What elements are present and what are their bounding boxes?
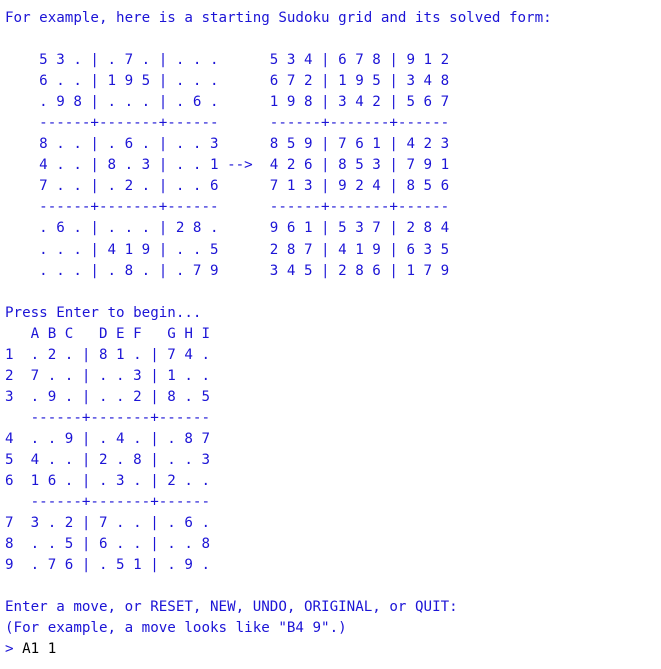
board-row: 9 . 7 6 | . 5 1 | . 9 .: [5, 557, 210, 574]
intro-text: For example, here is a starting Sudoku g…: [5, 10, 552, 26]
example-grid-row: . 6 . | . . . | 2 8 . 9 6 1 | 5 3 7 | 2 …: [5, 220, 450, 237]
prompt-symbol: >: [5, 641, 23, 658]
board-row: 2 7 . . | . . 3 | 1 . .: [5, 367, 210, 384]
example-grid-divider: ------+-------+------ ------+-------+---…: [5, 115, 450, 132]
example-grid-row: 4 . . | 8 . 3 | . . 1 --> 4 2 6 | 8 5 3 …: [5, 157, 450, 174]
board-row: 8 . . 5 | 6 . . | . . 8: [5, 536, 210, 553]
example-grid-row: 8 . . | . 6 . | . . 3 8 5 9 | 7 6 1 | 4 …: [5, 136, 450, 153]
example-grid-row: 7 . . | . 2 . | . . 6 7 1 3 | 9 2 4 | 8 …: [5, 178, 450, 195]
example-grid-row: 5 3 . | . 7 . | . . . 5 3 4 | 6 7 8 | 9 …: [5, 52, 450, 69]
board-row: 7 3 . 2 | 7 . . | . 6 .: [5, 515, 210, 532]
command-input-line[interactable]: > A1 1: [5, 639, 659, 660]
board-row: 1 . 2 . | 8 1 . | 7 4 .: [5, 346, 210, 363]
board-divider: ------+-------+------: [5, 494, 210, 511]
example-grid-row: 6 . . | 1 9 5 | . . . 6 7 2 | 1 9 5 | 3 …: [5, 73, 450, 90]
example-grid-row: . . . | . 8 . | . 7 9 3 4 5 | 2 8 6 | 1 …: [5, 262, 450, 279]
example-grid-row: . . . | 4 1 9 | . . 5 2 8 7 | 4 1 9 | 6 …: [5, 241, 450, 258]
move-example: (For example, a move looks like "B4 9".): [5, 620, 347, 637]
board-column-header: A B C D E F G H I: [5, 325, 210, 342]
board-row: 4 . . 9 | . 4 . | . 8 7: [5, 430, 210, 447]
board-row: 3 . 9 . | . . 2 | 8 . 5: [5, 388, 210, 405]
board-row: 5 4 . . | 2 . 8 | . . 3: [5, 451, 210, 468]
board-row: 6 1 6 . | . 3 . | 2 . .: [5, 473, 210, 490]
command-input[interactable]: A1 1: [22, 641, 56, 657]
example-grid-row: . 9 8 | . . . | . 6 . 1 9 8 | 3 4 2 | 5 …: [5, 94, 450, 111]
press-enter-text: Press Enter to begin...: [5, 304, 202, 321]
terminal-window[interactable]: For example, here is a starting Sudoku g…: [5, 8, 659, 668]
board-divider: ------+-------+------: [5, 409, 210, 426]
example-grids: 5 3 . | . 7 . | . . . 5 3 4 | 6 7 8 | 9 …: [5, 50, 659, 282]
example-grid-divider: ------+-------+------ ------+-------+---…: [5, 199, 450, 216]
move-instructions: Enter a move, or RESET, NEW, UNDO, ORIGI…: [5, 599, 458, 616]
sudoku-board: A B C D E F G H I 1 . 2 . | 8 1 . | 7 4 …: [5, 324, 659, 577]
